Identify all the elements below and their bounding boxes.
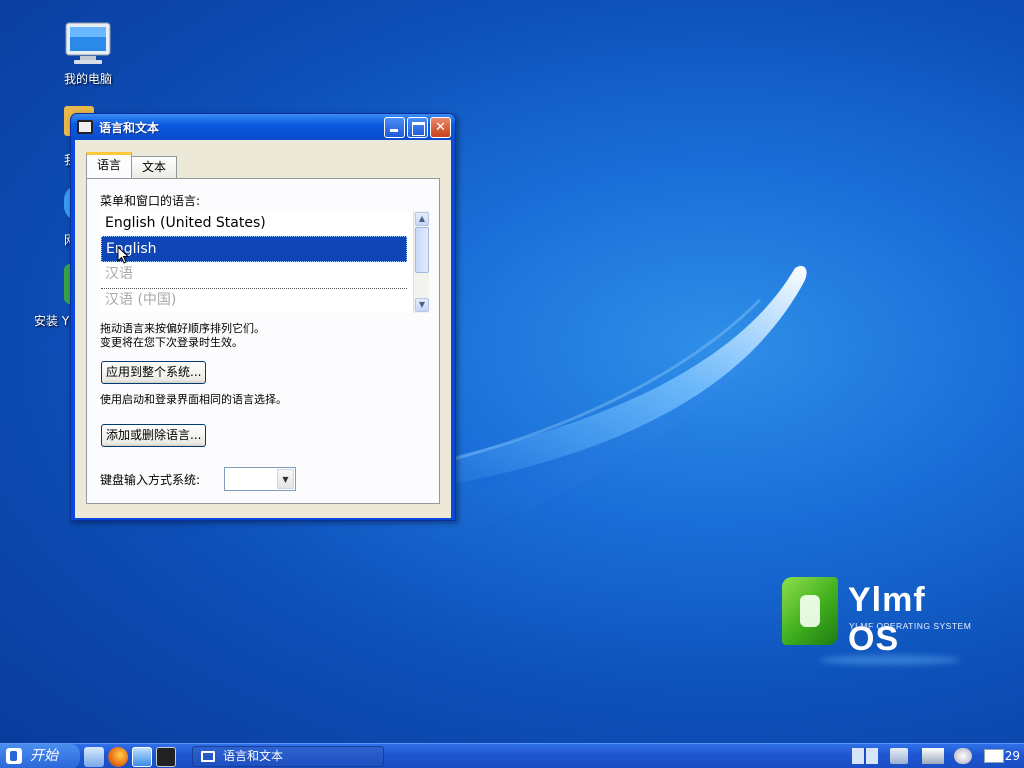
window-title: 语言和文本 [99, 120, 160, 135]
quicklaunch-terminal-icon[interactable] [156, 747, 176, 767]
tab-language[interactable]: 语言 [86, 152, 133, 178]
quicklaunch-files-icon[interactable] [84, 747, 104, 767]
drag-hint-line2: 变更将在您下次登录时生效。 [100, 336, 243, 349]
quicklaunch-desktop-icon[interactable] [132, 747, 152, 767]
ylmf-logo: Ylmf OS YLMF OPERATING SYSTEM [780, 575, 980, 675]
logo-subtitle: YLMF OPERATING SYSTEM [849, 621, 972, 631]
start-label: 开始 [30, 748, 58, 764]
apply-system-hint: 使用启动和登录界面相同的语言选择。 [100, 393, 287, 406]
desktop-icon-label: 我的电脑 [63, 72, 112, 86]
workspace-switcher-icon[interactable] [852, 748, 878, 764]
language-item-english[interactable]: English [101, 236, 407, 262]
minimize-button[interactable] [384, 116, 405, 138]
taskbar-item-language-window[interactable]: 语言和文本 [192, 746, 384, 767]
network-tray-icon[interactable] [890, 748, 908, 764]
close-button[interactable]: ✕ [430, 116, 451, 138]
language-item-chinese[interactable]: 汉语 [101, 262, 407, 288]
quicklaunch-firefox-icon[interactable] [108, 747, 128, 767]
tab-bar: 语言 文本 [86, 152, 178, 178]
window-icon [77, 120, 93, 134]
window-titlebar[interactable]: 语言和文本 ✕ [71, 114, 455, 140]
ylmf-logo-mark [782, 577, 838, 645]
keyboard-input-select[interactable]: ▼ [224, 467, 296, 491]
tab-text[interactable]: 文本 [131, 156, 178, 178]
add-remove-language-button[interactable]: 添加或删除语言... [101, 424, 207, 447]
window-icon [201, 751, 215, 762]
language-list-scrollbar[interactable]: ▲ ▼ [413, 211, 429, 313]
window-client: 语言 文本 菜单和窗口的语言: English (United States) … [75, 140, 451, 518]
system-tray: 21:29 [824, 744, 1024, 768]
taskbar-item-label: 语言和文本 [223, 749, 284, 763]
computer-icon [64, 22, 112, 66]
logo-glow [820, 655, 960, 665]
language-item-chinese-china[interactable]: 汉语 (中国) [101, 288, 407, 313]
language-item-english-us[interactable]: English (United States) [101, 211, 407, 237]
desktop-icon-label: 安装 Y [34, 314, 70, 328]
start-logo-icon [6, 748, 22, 764]
chevron-down-icon[interactable]: ▼ [277, 469, 294, 489]
taskbar: 开始 语言和文本 21:29 [0, 743, 1024, 768]
close-icon: ✕ [435, 119, 446, 135]
scroll-thumb[interactable] [415, 227, 429, 273]
scroll-down-arrow-icon[interactable]: ▼ [415, 298, 429, 312]
apply-system-button[interactable]: 应用到整个系统... [101, 361, 207, 384]
start-button[interactable]: 开始 [0, 744, 80, 768]
minimize-icon [385, 118, 404, 137]
language-tab-panel: 菜单和窗口的语言: English (United States) Englis… [86, 178, 440, 504]
scroll-up-arrow-icon[interactable]: ▲ [415, 212, 429, 226]
maximize-button[interactable] [407, 116, 428, 138]
maximize-icon [408, 118, 427, 137]
language-list[interactable]: English (United States) English 汉语 汉语 (中… [101, 211, 429, 313]
language-text-window: 语言和文本 ✕ 语言 文本 菜单和窗口的语言: English (United … [70, 113, 456, 521]
settings-tray-icon[interactable] [954, 748, 972, 764]
desktop-icon-my-computer[interactable]: 我的电脑 [43, 22, 133, 87]
drive-tray-icon[interactable] [922, 748, 944, 764]
logo-name: Ylmf OS [848, 581, 926, 658]
mouse-cursor-icon [117, 246, 130, 264]
clock[interactable]: 21:29 [985, 744, 1020, 768]
keyboard-input-label: 键盘输入方式系统: [100, 473, 201, 487]
menu-language-label: 菜单和窗口的语言: [100, 194, 201, 208]
